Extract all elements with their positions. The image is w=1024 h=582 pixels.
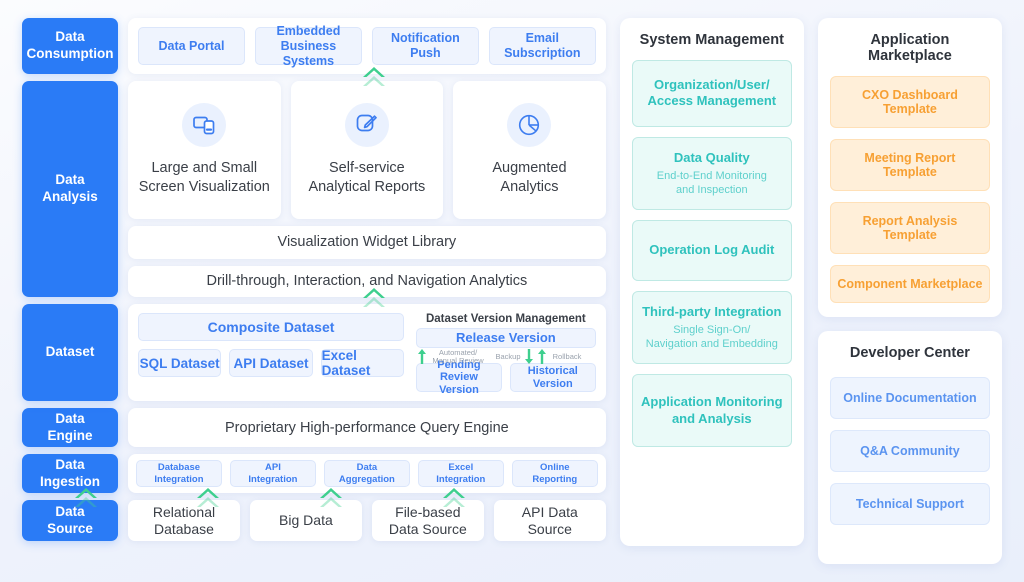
system-management-title: System Management [639,32,784,48]
version-states: Pending Review Version Historical Version [416,359,596,396]
item-application-monitoring-and-analysis[interactable]: Application Monitoring and Analysis [631,374,792,447]
stage-data-source: Data Source [22,500,118,541]
item-subtitle: Single Sign-On/Navigation and Embedding [645,323,778,351]
chip-data-portal[interactable]: Data Portal [138,27,245,65]
item-subtitle: End-to-End Monitoring and Inspection [656,169,767,197]
screens-icon [182,103,227,148]
item-operation-log-audit[interactable]: Operation Log Audit [631,220,792,281]
label-automated-manual-review: Automated/Manual Review [432,347,484,366]
card-large-and-small-screen-visualization[interactable]: Large and Small Screen Visualization [128,81,281,220]
developer-center-title: Developer Center [849,345,970,361]
system-management-column: System Management Organization/User/Acce… [619,18,804,564]
item-qa-community[interactable]: Q&A Community [829,430,990,472]
stage-data-ingestion: Data Ingestion [22,454,118,493]
pill-composite-dataset[interactable]: Composite Dataset [138,313,404,341]
analysis-card-list: Large and Small Screen Visualization Self… [128,81,606,220]
item-title: Application Monitoring and Analysis [641,394,783,426]
item-title: Organization/User/Access Management [647,77,777,109]
item-cxo-dashboard-template[interactable]: CXO Dashboard Template [829,76,990,128]
chip-embedded-business-systems[interactable]: Embedded Business Systems [254,24,362,68]
pill-pending-review-version[interactable]: Pending Review Version [416,359,502,396]
row-data-engine: Data Engine Proprietary High-performance … [22,408,606,447]
chip-email-subscription[interactable]: Email Subscription [488,27,596,65]
pill-release-version[interactable]: Release Version [416,328,596,348]
pill-historical-version[interactable]: Historical Version [509,363,596,392]
visualization-widget-library[interactable]: Visualization Widget Library [128,226,606,259]
card-file-based-data-source[interactable]: File-based Data Source [371,500,484,541]
dataset-panel: Composite Dataset SQL Dataset API Datase… [128,304,606,401]
version-flow-indicators: Automated/Manual Review Backup Rollback [416,347,596,366]
item-online-documentation[interactable]: Online Documentation [829,377,990,419]
chip-excel-integration[interactable]: Excel Integration [417,460,504,487]
rollback-up-arrow-icon [537,348,546,364]
card-label: Augmented Analytics [492,160,567,196]
analysis-content: Large and Small Screen Visualization Self… [128,81,606,297]
consumption-panel: Data Portal Embedded Business Systems Not… [128,18,606,74]
consumption-chip-list: Data Portal Embedded Business Systems Not… [128,18,606,74]
item-organization-user-access-management[interactable]: Organization/User/Access Management [631,60,792,127]
right-column: Application Marketplace CXO Dashboard Te… [817,18,1002,564]
item-third-party-integration[interactable]: Third-party Integration Single Sign-On/N… [631,290,792,365]
card-big-data[interactable]: Big Data [249,500,362,541]
row-data-analysis: Data Analysis Large and Small Screen Visua… [22,67,606,297]
item-component-marketplace[interactable]: Component Marketplace [829,265,990,303]
row-data-consumption: Data Consumption Data Portal Embedded Busi… [22,18,606,74]
application-marketplace-title: Application Marketplace [868,32,952,64]
pie-chart-icon [507,103,552,148]
ingestion-panel: Database Integration API Integration Data A… [128,454,606,493]
system-management-card: System Management Organization/User/Acce… [619,18,804,546]
card-label: Self-service Analytical Reports [308,160,426,196]
pill-api-dataset[interactable]: API Dataset [229,349,313,377]
item-meeting-report-template[interactable]: Meeting Report Template [829,139,990,191]
row-data-source: Data Source Relational Database Big Data F… [22,488,606,541]
query-engine-panel[interactable]: Proprietary High-performance Query Engin… [128,408,606,447]
item-title: Operation Log Audit [649,242,775,258]
item-title: Third-party Integration [642,303,782,319]
chip-api-integration[interactable]: API Integration [229,460,316,487]
stage-data-analysis: Data Analysis [22,81,118,297]
ingestion-chip-list: Database Integration API Integration Data A… [128,454,606,493]
stage-data-consumption: Data Consumption [22,18,118,74]
item-data-quality[interactable]: Data Quality End-to-End Monitoring and In… [631,136,792,211]
item-title: Data Quality [673,149,750,165]
card-self-service-analytical-reports[interactable]: Self-service Analytical Reports [290,81,444,220]
item-technical-support[interactable]: Technical Support [829,483,990,525]
chip-database-integration[interactable]: Database Integration [136,460,222,487]
row-dataset: Dataset Composite Dataset SQL Dataset AP… [22,288,606,401]
card-augmented-analytics[interactable]: Augmented Analytics [453,81,606,220]
source-card-list: Relational Database Big Data File-based Da… [128,500,606,541]
label-backup: Backup [495,351,521,361]
stage-data-engine: Data Engine [22,408,118,447]
chip-online-reporting[interactable]: Online Reporting [511,460,598,487]
drill-through-navigation-analytics[interactable]: Drill-through, Interaction, and Navigati… [128,265,606,297]
application-marketplace-card: Application Marketplace CXO Dashboard Te… [817,18,1002,317]
stage-dataset: Dataset [22,304,118,401]
chip-notification-push[interactable]: Notification Push [371,27,479,65]
dataset-version-management: Dataset Version Management Release Versi… [416,313,596,396]
review-up-arrow-icon [417,348,426,364]
pill-sql-dataset[interactable]: SQL Dataset [138,349,222,377]
platform-stack: Data Consumption Data Portal Embedded Busi… [22,18,606,564]
pill-excel-dataset[interactable]: Excel Dataset [320,348,404,378]
card-api-data-source[interactable]: API Data Source [493,500,606,541]
item-report-analysis-template[interactable]: Report Analysis Template [829,202,990,254]
chip-data-aggregation[interactable]: Data Aggregation [323,460,410,487]
dataset-definitions: Composite Dataset SQL Dataset API Datase… [138,313,404,392]
card-relational-database[interactable]: Relational Database [128,500,240,541]
version-management-title: Dataset Version Management [425,313,586,325]
dataset-source-list: SQL Dataset API Dataset Excel Dataset [138,348,404,378]
architecture-diagram: Data Consumption Data Portal Embedded Busi… [0,0,1024,582]
label-rollback: Rollback [552,351,582,361]
edit-square-icon [344,103,389,148]
row-data-ingestion: Data Ingestion Database Integration API Int… [22,454,606,493]
card-label: Large and Small Screen Visualization [138,160,270,196]
backup-down-arrow-icon [524,348,533,364]
developer-center-card: Developer Center Online Documentation Q&… [817,331,1002,564]
